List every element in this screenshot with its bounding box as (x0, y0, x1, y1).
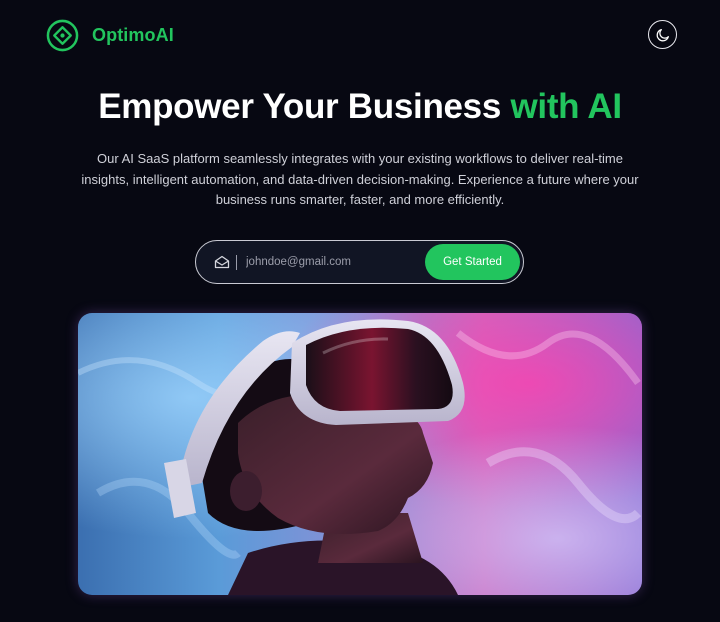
headline-accent: with AI (510, 87, 622, 126)
email-input[interactable] (246, 256, 416, 268)
hero-image (78, 313, 642, 595)
landing-page: OptimoAI Empower Your Business with AI O… (0, 0, 720, 622)
headline-main: Empower Your Business (98, 87, 502, 126)
moon-icon (656, 28, 669, 41)
brand-name: OptimoAI (92, 25, 174, 45)
get-started-button[interactable]: Get Started (425, 244, 520, 280)
vr-headset-photo (78, 313, 642, 595)
theme-toggle-button[interactable] (648, 20, 677, 49)
email-signup-form: Get Started (195, 240, 524, 284)
hero-headline: Empower Your Business with AI (0, 86, 720, 128)
brand-logo[interactable]: OptimoAI (46, 19, 174, 52)
input-divider (236, 254, 237, 270)
mail-open-icon (214, 255, 230, 269)
diamond-circle-logo-icon (46, 19, 79, 52)
hero-description: Our AI SaaS platform seamlessly integrat… (81, 151, 639, 207)
